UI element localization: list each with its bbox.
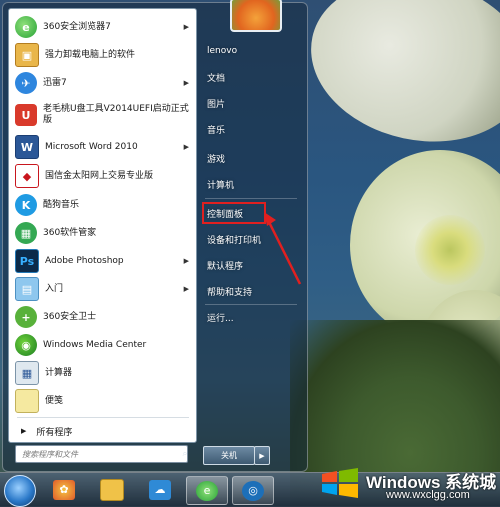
program-label: 便笺 xyxy=(45,395,64,406)
right-item-label: 设备和打印机 xyxy=(207,235,262,246)
program-label: 老毛桃U盘工具V2014UEFI启动正式版 xyxy=(43,104,189,125)
submenu-arrow-icon: ▶ xyxy=(183,23,189,31)
submenu-arrow-icon: ▶ xyxy=(183,79,189,87)
separator xyxy=(17,417,189,418)
program-label: 国信金太阳网上交易专业版 xyxy=(45,170,154,181)
taskbar-item-apps[interactable]: ✿ xyxy=(44,476,84,503)
program-label: 强力卸载电脑上的软件 xyxy=(45,49,136,60)
right-item-lenovo[interactable]: lenovo xyxy=(203,41,298,61)
cloud-icon: ☁ xyxy=(149,479,171,500)
program-label: Windows Media Center xyxy=(43,339,147,350)
taskbar-item-360-browser[interactable]: e xyxy=(186,476,228,505)
360-browser-icon: e xyxy=(15,16,37,38)
right-item-pictures[interactable]: 图片 xyxy=(203,93,298,113)
all-programs-button[interactable]: ▶ 所有程序 xyxy=(9,420,196,442)
program-label: Microsoft Word 2010 xyxy=(45,141,138,152)
word-icon: W xyxy=(15,135,39,159)
program-360-security[interactable]: + 360安全卫士 xyxy=(9,304,196,330)
taskbar-item-screenshot[interactable]: ◎ xyxy=(232,476,274,505)
right-triangle-icon: ▶ xyxy=(21,427,27,435)
program-media-center[interactable]: ◉ Windows Media Center xyxy=(9,332,196,358)
right-item-label: 文档 xyxy=(207,73,226,84)
right-item-label: 帮助和支持 xyxy=(207,287,253,298)
program-xunlei[interactable]: ✈ 迅雷7 ▶ xyxy=(9,70,196,96)
sticky-notes-icon xyxy=(15,389,39,413)
search-placeholder: 搜索程序和文件 xyxy=(22,449,78,459)
program-sticky-notes[interactable]: 便笺 xyxy=(9,388,196,414)
shutdown-button[interactable]: 关机 xyxy=(203,446,255,465)
all-programs-label: 所有程序 xyxy=(36,427,73,438)
program-360-software-manager[interactable]: ▦ 360软件管家 xyxy=(9,220,196,246)
annotation-arrow-icon xyxy=(264,212,302,285)
getting-started-icon: ▤ xyxy=(15,277,39,301)
taskbar-item-explorer[interactable] xyxy=(92,476,132,503)
program-uninstall[interactable]: ▣ 强力卸载电脑上的软件 xyxy=(9,42,196,68)
submenu-arrow-icon: ▶ xyxy=(183,143,189,151)
program-calculator[interactable]: ▦ 计算器 xyxy=(9,360,196,386)
taskbar-item-cloud[interactable]: ☁ xyxy=(140,476,180,503)
right-item-label: 默认程序 xyxy=(207,261,244,272)
right-item-games[interactable]: 游戏 xyxy=(203,148,298,168)
program-usb-tool[interactable]: U 老毛桃U盘工具V2014UEFI启动正式版 xyxy=(9,98,196,132)
stock-trading-icon: ◆ xyxy=(15,164,39,188)
right-item-music[interactable]: 音乐 xyxy=(203,119,298,139)
program-stock-trading[interactable]: ◆ 国信金太阳网上交易专业版 xyxy=(9,162,196,190)
program-label: Adobe Photoshop xyxy=(45,255,124,266)
right-item-label: 计算机 xyxy=(207,180,235,191)
right-item-label: 运行... xyxy=(207,313,234,324)
shutdown-options-button[interactable]: ▶ xyxy=(254,446,270,465)
uninstall-box-icon: ▣ xyxy=(15,43,39,67)
camera-icon: ◎ xyxy=(242,480,264,501)
flower-stamen xyxy=(415,215,485,285)
start-menu-programs-pane: e 360安全浏览器7 ▶ ▣ 强力卸载电脑上的软件 ✈ 迅雷7 ▶ U 老毛桃… xyxy=(8,8,197,443)
360-browser-icon: e xyxy=(196,480,218,501)
360-security-icon: + xyxy=(15,306,37,328)
control-panel-highlight xyxy=(202,202,266,224)
separator xyxy=(205,198,297,199)
photoshop-icon: Ps xyxy=(15,249,39,273)
colorful-app-icon: ✿ xyxy=(53,479,75,500)
media-center-icon: ◉ xyxy=(15,334,37,356)
right-item-label: 音乐 xyxy=(207,125,226,136)
program-label: 360安全浏览器7 xyxy=(43,21,111,32)
usb-tool-icon: U xyxy=(15,104,37,126)
program-kugou[interactable]: K 酷狗音乐 xyxy=(9,192,196,218)
program-word[interactable]: W Microsoft Word 2010 ▶ xyxy=(9,134,196,160)
calculator-icon: ▦ xyxy=(15,361,39,385)
program-photoshop[interactable]: Ps Adobe Photoshop ▶ xyxy=(9,248,196,274)
xunlei-icon: ✈ xyxy=(15,72,37,94)
program-label: 迅雷7 xyxy=(43,77,67,88)
search-input[interactable]: 搜索程序和文件 xyxy=(15,445,188,463)
program-label: 入门 xyxy=(45,283,64,294)
flower-petal xyxy=(295,0,500,162)
right-item-label: lenovo xyxy=(207,46,238,56)
kugou-icon: K xyxy=(15,194,37,216)
submenu-arrow-icon: ▶ xyxy=(183,257,189,265)
separator xyxy=(205,304,297,305)
360-software-manager-icon: ▦ xyxy=(15,222,37,244)
program-label: 360软件管家 xyxy=(43,227,97,238)
program-label: 360安全卫士 xyxy=(43,311,97,322)
right-item-documents[interactable]: 文档 xyxy=(203,67,298,87)
user-avatar[interactable] xyxy=(230,0,282,32)
watermark-url: www.wxclgg.com xyxy=(386,489,470,501)
program-getting-started[interactable]: ▤ 入门 ▶ xyxy=(9,276,196,302)
folder-icon xyxy=(100,478,124,501)
start-button[interactable] xyxy=(4,475,36,507)
right-item-run[interactable]: 运行... xyxy=(203,307,298,327)
shutdown-label: 关机 xyxy=(221,451,237,460)
search-icon[interactable]: ⌕ xyxy=(179,444,191,464)
program-label: 酷狗音乐 xyxy=(43,199,80,210)
right-item-computer[interactable]: 计算机 xyxy=(203,174,298,194)
submenu-arrow-icon: ▶ xyxy=(183,285,189,293)
right-item-label: 图片 xyxy=(207,99,226,110)
windows-logo-icon xyxy=(322,468,358,498)
program-label: 计算器 xyxy=(45,367,73,378)
right-item-label: 游戏 xyxy=(207,154,226,165)
right-triangle-icon: ▶ xyxy=(259,451,265,460)
program-360-browser[interactable]: e 360安全浏览器7 ▶ xyxy=(9,14,196,40)
